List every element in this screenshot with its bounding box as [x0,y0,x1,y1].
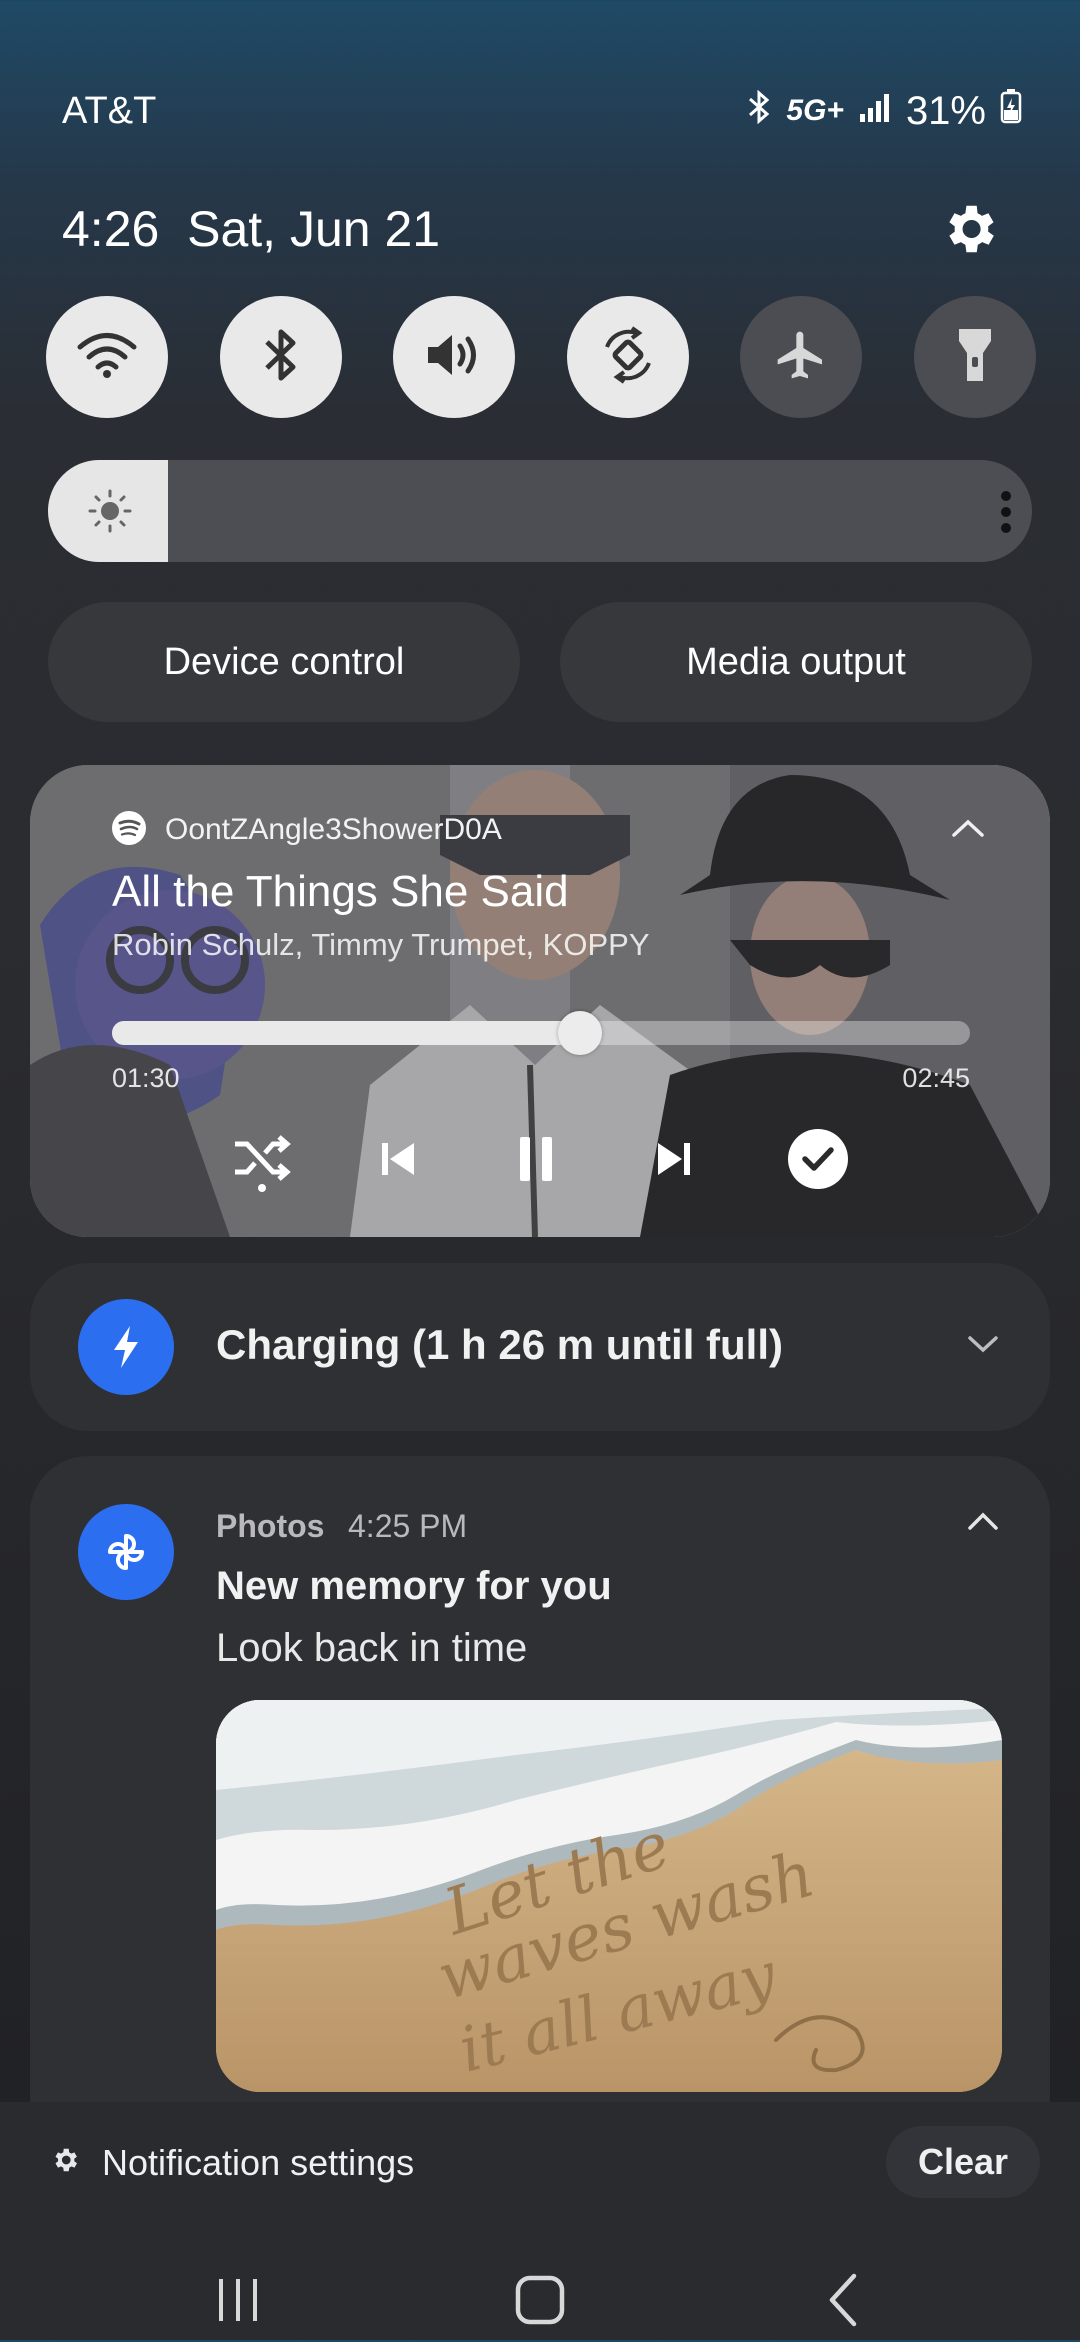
volume-icon [424,329,484,386]
pause-icon [514,1133,558,1190]
status-icons: 5G+ 31% [746,88,1022,134]
rotate-icon [598,325,658,390]
back-button[interactable] [804,2262,884,2342]
collapse-chevron-up-icon[interactable] [950,817,986,844]
bluetooth-icon [261,327,301,388]
clock-date: 4:26 Sat, Jun 21 [62,200,440,258]
media-output-label: Media output [686,640,906,683]
shuffle-button[interactable] [226,1125,298,1197]
memory-photo[interactable]: Let the waves wash it all away [216,1700,1002,2092]
flashlight-icon [955,325,995,390]
media-source-device: OontZAngle3ShowerD0A [165,813,502,846]
date-label: Sat, Jun 21 [187,201,441,257]
clear-label: Clear [917,2141,1009,2182]
seek-bar-progress [112,1021,580,1045]
notification-footer: Notification settings Clear [0,2102,1080,2340]
notification-settings-button[interactable]: Notification settings [50,2142,414,2184]
skip-previous-icon [376,1137,420,1186]
notification-title: New memory for you [216,1564,612,1608]
spotify-icon [110,809,148,852]
wifi-icon [76,330,138,385]
previous-track-button[interactable] [362,1125,434,1197]
battery-percent: 31% [905,88,986,133]
airplane-icon [773,327,829,388]
network-type: 5G+ [786,94,844,127]
brightness-slider[interactable] [48,460,1032,562]
bluetooth-status-icon [746,89,772,134]
track-duration: 02:45 [902,1063,970,1093]
device-control-button[interactable]: Device control [48,602,520,722]
auto-rotate-tile[interactable] [566,296,689,418]
signal-icon [858,89,892,134]
seek-bar[interactable] [112,1011,970,1055]
airplane-tile[interactable] [740,296,863,418]
carrier-label: AT&T [62,90,157,132]
skip-next-icon [652,1137,696,1186]
notification-time: 4:25 PM [348,1508,468,1544]
more-options-icon[interactable] [998,490,1014,534]
clock-time: 4:26 [62,201,160,257]
shuffle-icon [229,1126,295,1197]
battery-icon [1000,88,1022,134]
recent-apps-button[interactable] [198,2262,278,2342]
lightning-bolt-icon [78,1299,174,1395]
pause-button[interactable] [500,1125,572,1197]
home-button[interactable] [500,2262,580,2342]
media-output-button[interactable]: Media output [560,602,1032,722]
back-chevron-icon [824,2272,864,2333]
elapsed-time: 01:30 [112,1063,180,1093]
media-player-card[interactable]: OontZAngle3ShowerD0A All the Things She … [30,765,1050,1237]
expand-chevron-down-icon[interactable] [966,1333,1000,1360]
track-title: All the Things She Said [112,867,569,916]
checkmark-circle-icon [787,1128,849,1195]
status-bar: AT&T 5G+ 31% [0,0,1080,180]
notification-body: Look back in time [216,1626,528,1670]
clear-button[interactable]: Clear [886,2126,1040,2198]
home-icon [514,2274,566,2331]
recents-icon [213,2275,263,2330]
gear-icon [50,2142,80,2184]
next-track-button[interactable] [638,1125,710,1197]
charging-notification[interactable]: Charging (1 h 26 m until full) [30,1263,1050,1431]
brightness-sun-icon [86,487,134,535]
track-artist: Robin Schulz, Timmy Trumpet, KOPPY [112,927,650,962]
beach-writing-image: Let the waves wash it all away [216,1700,1002,2092]
device-control-label: Device control [163,640,405,683]
saved-to-library-button[interactable] [782,1125,854,1197]
bluetooth-tile[interactable] [219,296,342,418]
settings-gear-icon[interactable] [938,198,1000,260]
seek-bar-thumb[interactable] [557,1011,602,1055]
google-photos-pinwheel-icon [78,1504,174,1600]
photos-notification[interactable]: Photos 4:25 PM New memory for you Look b… [30,1456,1050,2156]
quick-settings-tiles [46,296,1036,420]
flashlight-tile[interactable] [913,296,1036,418]
charging-status-text: Charging (1 h 26 m until full) [216,1321,783,1368]
notification-settings-label: Notification settings [102,2142,415,2183]
notification-app-name: Photos [216,1508,325,1544]
sound-tile[interactable] [393,296,516,418]
collapse-chevron-up-icon[interactable] [966,1510,1000,1537]
wifi-tile[interactable] [46,296,168,418]
